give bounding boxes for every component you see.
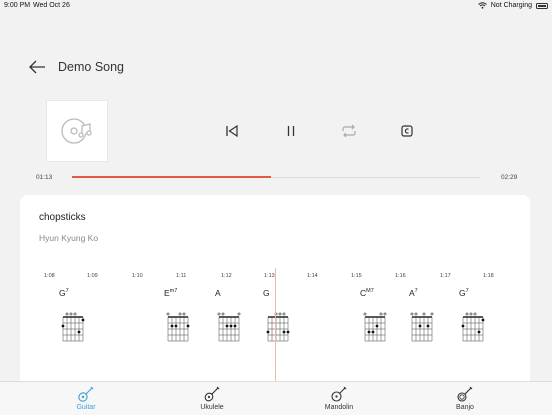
status-bar: 9:00 PM Wed Oct 26 Not Charging bbox=[0, 0, 552, 12]
pause-button[interactable] bbox=[280, 120, 302, 142]
song-cover bbox=[46, 100, 108, 162]
playhead bbox=[275, 268, 276, 395]
total-time: 02:29 bbox=[501, 174, 518, 181]
ukulele-icon bbox=[204, 386, 220, 402]
instrument-tab-bar: Guitar Ukulele Mandolin Banjo bbox=[0, 381, 552, 415]
timeline-tick: 1:13 bbox=[264, 273, 275, 279]
progress-track[interactable] bbox=[72, 176, 480, 178]
chord-diagram[interactable] bbox=[409, 312, 435, 345]
charging-status: Not Charging bbox=[490, 2, 532, 9]
chord-name[interactable]: G bbox=[263, 288, 270, 298]
music-disc-icon bbox=[61, 118, 92, 144]
capo-button[interactable] bbox=[396, 120, 418, 142]
song-title: chopsticks bbox=[39, 212, 86, 223]
chord-diagram[interactable] bbox=[460, 312, 486, 345]
mandolin-icon bbox=[331, 386, 347, 402]
timeline-tick: 1:16 bbox=[395, 273, 406, 279]
chord-name[interactable]: A bbox=[215, 288, 221, 298]
timeline-tick: 1:12 bbox=[221, 273, 232, 279]
page-title: Demo Song bbox=[58, 60, 125, 74]
timeline-tick: 1:11 bbox=[176, 273, 187, 279]
chord-diagram[interactable] bbox=[216, 312, 242, 345]
timeline-tick: 1:08 bbox=[44, 273, 55, 279]
tab-ukulele[interactable]: Ukulele bbox=[172, 382, 252, 415]
repeat-button[interactable] bbox=[338, 120, 360, 142]
chord-name[interactable]: G7 bbox=[459, 288, 469, 298]
chord-diagram[interactable] bbox=[362, 312, 388, 345]
pause-icon bbox=[287, 126, 295, 136]
chord-name[interactable]: G7 bbox=[59, 288, 69, 298]
timeline-tick: 1:09 bbox=[87, 273, 98, 279]
timeline-tick: 1:17 bbox=[440, 273, 451, 279]
timeline-tick: 1:14 bbox=[307, 273, 318, 279]
tab-guitar[interactable]: Guitar bbox=[46, 382, 126, 415]
tab-mandolin[interactable]: Mandolin bbox=[299, 382, 379, 415]
skip-back-icon bbox=[226, 124, 238, 138]
page-header: Demo Song bbox=[28, 57, 124, 77]
chord-diagram[interactable] bbox=[60, 312, 86, 345]
banjo-icon bbox=[457, 386, 473, 402]
chord-name[interactable]: Em7 bbox=[164, 288, 177, 298]
chord-sheet-card: chopsticks Hyun Kyung Ko 1:08 1:09 1:10 1:1… bbox=[20, 195, 530, 395]
timeline-tick: 1:18 bbox=[483, 273, 494, 279]
chord-name[interactable]: A7 bbox=[409, 288, 418, 298]
status-right: Not Charging bbox=[477, 2, 548, 9]
wifi-icon bbox=[477, 2, 487, 9]
song-artist: Hyun Kyung Ko bbox=[39, 233, 99, 243]
battery-icon bbox=[536, 2, 548, 9]
status-time: 9:00 PM bbox=[4, 2, 31, 9]
elapsed-time: 01:13 bbox=[36, 174, 53, 181]
tab-label: Banjo bbox=[456, 404, 474, 411]
tab-label: Guitar bbox=[76, 404, 96, 411]
repeat-icon bbox=[342, 124, 356, 138]
back-arrow-icon[interactable] bbox=[28, 60, 46, 74]
chord-diagram[interactable] bbox=[165, 312, 191, 345]
status-date: Wed Oct 26 bbox=[33, 2, 70, 9]
chord-diagram[interactable] bbox=[265, 312, 291, 345]
tab-label: Mandolin bbox=[324, 404, 354, 411]
tab-label: Ukulele bbox=[200, 404, 224, 411]
tab-banjo[interactable]: Banjo bbox=[425, 382, 505, 415]
capo-icon bbox=[401, 125, 413, 137]
previous-button[interactable] bbox=[221, 120, 243, 142]
timeline-tick: 1:10 bbox=[132, 273, 143, 279]
progress-fill bbox=[72, 176, 271, 178]
timeline-tick: 1:15 bbox=[351, 273, 362, 279]
chord-name[interactable]: CM7 bbox=[360, 288, 374, 298]
guitar-icon bbox=[78, 386, 94, 402]
